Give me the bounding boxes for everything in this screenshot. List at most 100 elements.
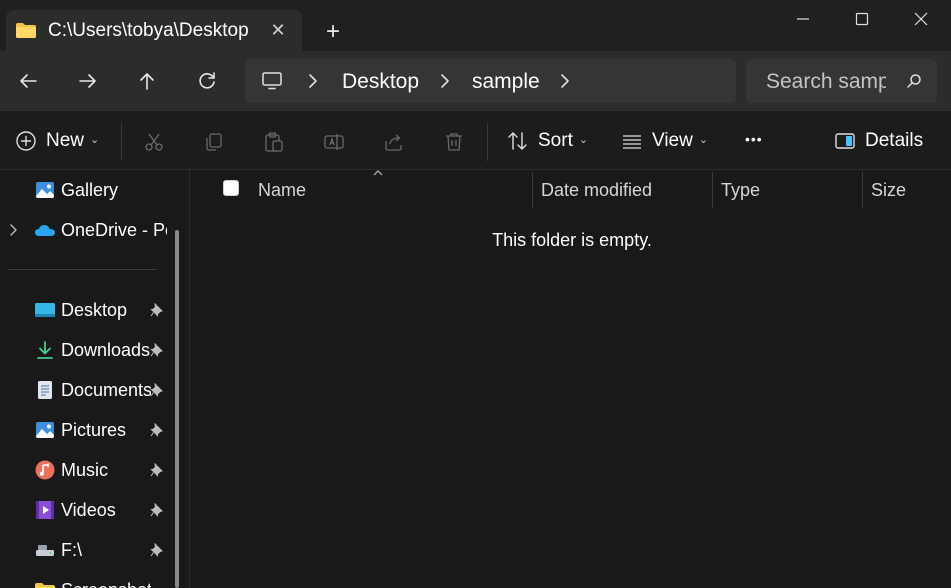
sidebar-divider xyxy=(7,269,157,270)
document-icon xyxy=(38,381,52,399)
chevron-right-icon[interactable] xyxy=(559,72,571,90)
column-divider[interactable] xyxy=(532,172,533,208)
new-tab-button[interactable]: + xyxy=(321,20,345,44)
sidebar-item-screenshots[interactable]: Screenshots xyxy=(0,572,170,588)
sidebar-item-documents[interactable]: Documents xyxy=(0,372,170,408)
empty-folder-message: This folder is empty. xyxy=(492,230,652,250)
sidebar-item-videos[interactable]: Videos xyxy=(0,492,170,528)
column-divider[interactable] xyxy=(862,172,863,208)
search-box[interactable]: Search sample xyxy=(746,59,937,103)
navigation-pane: Gallery OneDrive - Personal Desktop Down… xyxy=(0,170,190,588)
sidebar-item-onedrive[interactable]: OneDrive - Personal xyxy=(0,212,170,248)
pictures-icon xyxy=(36,422,54,438)
chevron-down-icon: ⌄ xyxy=(698,133,709,146)
sidebar-item-gallery[interactable]: Gallery xyxy=(0,172,170,208)
breadcrumb-desktop[interactable]: Desktop xyxy=(342,70,419,94)
sidebar-scrollbar[interactable] xyxy=(175,230,179,588)
title-bar: C:\Users\tobya\Desktop ✕ + xyxy=(0,0,951,51)
sidebar-item-label: Documents xyxy=(61,380,151,400)
column-header-date-modified[interactable]: Date modified xyxy=(541,180,652,201)
copy-icon[interactable] xyxy=(203,131,225,153)
minimize-icon[interactable] xyxy=(788,6,818,32)
videos-icon xyxy=(36,501,54,519)
select-all-checkbox[interactable] xyxy=(223,180,239,196)
sort-button[interactable]: Sort ⌄ xyxy=(507,129,588,153)
sidebar-item-pictures[interactable]: Pictures xyxy=(0,412,170,448)
back-arrow-icon[interactable] xyxy=(16,69,40,93)
more-options-button[interactable]: ••• xyxy=(745,127,763,151)
sort-label: Sort xyxy=(538,130,573,151)
pin-icon[interactable] xyxy=(150,423,163,437)
pin-icon[interactable] xyxy=(150,343,163,357)
drive-icon xyxy=(36,545,54,556)
search-icon[interactable] xyxy=(906,73,922,89)
desktop-icon xyxy=(35,303,55,317)
column-header-row: Name Date modified Type Size xyxy=(191,170,951,210)
details-pane-icon xyxy=(835,133,855,149)
folder-icon xyxy=(16,23,36,38)
sidebar-item-label: Screenshots xyxy=(61,580,151,588)
sidebar-item-f-drive[interactable]: F:\ xyxy=(0,532,170,568)
computer-icon[interactable] xyxy=(261,71,283,91)
navigation-bar: Desktop sample Search sample xyxy=(0,51,951,111)
gallery-icon xyxy=(36,182,54,198)
delete-icon[interactable] xyxy=(443,131,465,153)
sidebar-item-desktop[interactable]: Desktop xyxy=(0,292,170,328)
up-arrow-icon[interactable] xyxy=(135,69,159,93)
music-icon xyxy=(35,460,55,480)
sidebar-item-label: F:\ xyxy=(61,540,82,560)
chevron-right-icon[interactable] xyxy=(439,72,451,90)
command-bar: New ⌄ Sort ⌄ View ⌄ ••• Details xyxy=(0,111,951,170)
breadcrumb-sample[interactable]: sample xyxy=(472,70,540,94)
details-button[interactable]: Details xyxy=(834,129,923,153)
address-bar[interactable]: Desktop sample xyxy=(245,59,736,103)
new-button[interactable]: New ⌄ xyxy=(15,129,99,153)
forward-arrow-icon[interactable] xyxy=(76,69,100,93)
pin-icon[interactable] xyxy=(150,303,163,317)
chevron-right-icon[interactable] xyxy=(9,223,19,237)
share-icon[interactable] xyxy=(383,131,405,153)
column-header-type[interactable]: Type xyxy=(721,180,760,201)
column-divider[interactable] xyxy=(712,172,713,208)
view-list-icon xyxy=(623,135,641,149)
plus-circle-icon xyxy=(16,131,36,151)
sidebar-item-label: Pictures xyxy=(61,420,127,440)
refresh-icon[interactable] xyxy=(195,69,219,93)
chevron-down-icon: ⌄ xyxy=(90,133,100,146)
sidebar-item-label: Gallery xyxy=(61,180,119,200)
download-icon xyxy=(37,341,53,359)
chevron-right-icon[interactable] xyxy=(307,72,319,90)
column-header-size[interactable]: Size xyxy=(871,180,906,201)
paste-icon[interactable] xyxy=(263,131,285,153)
close-window-icon[interactable] xyxy=(906,6,936,32)
toolbar-divider xyxy=(121,123,122,161)
details-label: Details xyxy=(865,130,924,151)
sidebar-item-downloads[interactable]: Downloads xyxy=(0,332,170,368)
tab-current[interactable]: C:\Users\tobya\Desktop ✕ xyxy=(6,10,302,51)
onedrive-icon xyxy=(35,225,55,236)
column-header-name[interactable]: Name xyxy=(258,180,306,201)
pin-icon[interactable] xyxy=(150,543,163,557)
sidebar-item-label: Music xyxy=(61,460,109,480)
toolbar-divider xyxy=(487,123,488,161)
sidebar-item-music[interactable]: Music xyxy=(0,452,170,488)
tab-title: C:\Users\tobya\Desktop xyxy=(48,20,249,41)
file-list: Name Date modified Type Size This folder… xyxy=(191,170,951,588)
chevron-down-icon: ⌄ xyxy=(578,133,589,146)
sidebar-item-label: OneDrive - Personal xyxy=(61,220,167,240)
sort-ascending-icon xyxy=(373,170,383,176)
sort-icon xyxy=(508,132,527,150)
cut-icon[interactable] xyxy=(143,131,165,153)
pin-icon[interactable] xyxy=(150,503,163,517)
rename-icon[interactable] xyxy=(323,131,345,153)
maximize-icon[interactable] xyxy=(847,6,877,32)
more-options-icon: ••• xyxy=(745,131,763,147)
search-input[interactable]: Search sample xyxy=(766,70,886,94)
pin-icon[interactable] xyxy=(150,383,163,397)
pin-icon[interactable] xyxy=(150,463,163,477)
sidebar-item-label: Videos xyxy=(61,500,116,520)
sidebar-item-label: Downloads xyxy=(61,340,151,360)
sidebar-item-label: Desktop xyxy=(61,300,128,320)
close-tab-icon[interactable]: ✕ xyxy=(268,20,288,40)
view-button[interactable]: View ⌄ xyxy=(621,129,708,153)
